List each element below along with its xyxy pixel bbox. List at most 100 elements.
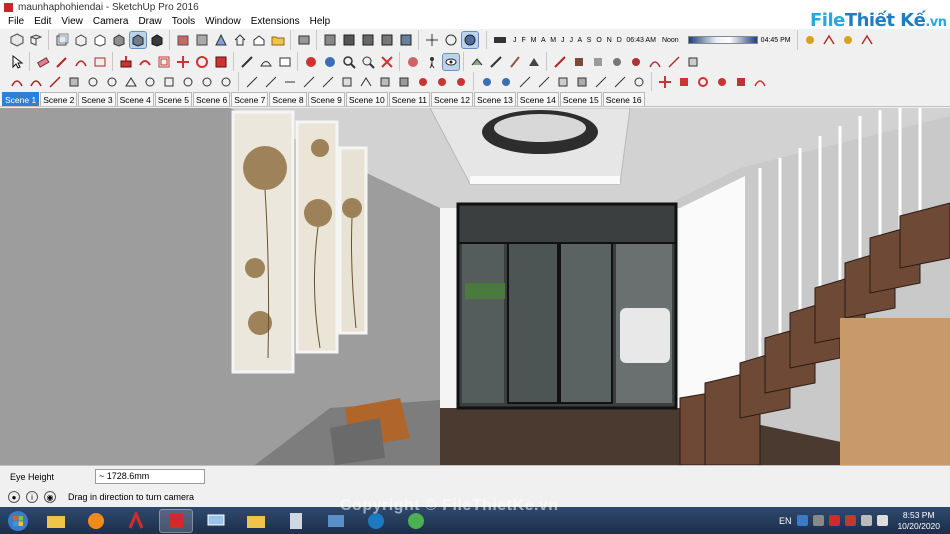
ext-misc-h-icon[interactable]: [612, 74, 628, 90]
menu-camera[interactable]: Camera: [88, 15, 134, 29]
hidden-line-icon[interactable]: [111, 32, 127, 48]
taskbar-folder-icon[interactable]: [239, 509, 273, 533]
taskbar-explorer-icon[interactable]: [39, 509, 73, 533]
extension-b-icon[interactable]: [571, 54, 587, 70]
wireframe-icon[interactable]: [92, 32, 108, 48]
ext-line-d-icon[interactable]: [301, 74, 317, 90]
dimension-icon[interactable]: [443, 32, 459, 48]
subtract-icon[interactable]: [379, 32, 395, 48]
warehouse-icon[interactable]: [175, 32, 191, 48]
ext-red-a-icon[interactable]: [657, 74, 673, 90]
ext-misc-g-icon[interactable]: [593, 74, 609, 90]
extension-f-icon[interactable]: [647, 54, 663, 70]
tray-app-icon[interactable]: [845, 515, 857, 526]
walk-tool-icon[interactable]: [424, 54, 440, 70]
ext-red-c-icon[interactable]: [695, 74, 711, 90]
user-icon[interactable]: ◉: [44, 491, 56, 503]
layers-icon[interactable]: [296, 32, 312, 48]
scene-tab-6[interactable]: Scene 6: [193, 92, 231, 106]
back-edges-icon[interactable]: [73, 32, 89, 48]
look-around-icon[interactable]: [441, 53, 460, 71]
ext-shape-g-icon[interactable]: [180, 74, 196, 90]
plugin-d-icon[interactable]: [859, 32, 875, 48]
eraser-tool-icon[interactable]: [35, 54, 51, 70]
geolocation-icon[interactable]: ●: [8, 491, 20, 503]
xray-icon[interactable]: [54, 32, 70, 48]
position-camera-icon[interactable]: [405, 54, 421, 70]
menu-file[interactable]: File: [3, 15, 29, 29]
scene-tab-7[interactable]: Scene 7: [231, 92, 269, 106]
zoom-window-icon[interactable]: [360, 54, 376, 70]
extension-g-icon[interactable]: [666, 54, 682, 70]
scene-tab-1[interactable]: Scene 1: [2, 92, 40, 106]
tray-help-icon[interactable]: [797, 515, 809, 526]
ext-curve-a-icon[interactable]: [9, 74, 25, 90]
menu-tools[interactable]: Tools: [167, 15, 200, 29]
menu-draw[interactable]: Draw: [133, 15, 166, 29]
ext-shape-b-icon[interactable]: [85, 74, 101, 90]
extension-a-icon[interactable]: [552, 54, 568, 70]
ext-misc-i-icon[interactable]: [631, 74, 647, 90]
menu-help[interactable]: Help: [305, 15, 336, 29]
sandbox-d-icon[interactable]: [526, 54, 542, 70]
extension-c-icon[interactable]: [590, 54, 606, 70]
ext-line-k-icon[interactable]: [434, 74, 450, 90]
ext-curve-b-icon[interactable]: [28, 74, 44, 90]
taskbar-photo-icon[interactable]: [319, 509, 353, 533]
menu-view[interactable]: View: [56, 15, 88, 29]
ext-misc-f-icon[interactable]: [574, 74, 590, 90]
push-pull-icon[interactable]: [118, 54, 134, 70]
scale-tool-icon[interactable]: [213, 54, 229, 70]
ext-line-i-icon[interactable]: [396, 74, 412, 90]
arc-tool-icon[interactable]: [73, 54, 89, 70]
taskbar-autocad-icon[interactable]: [119, 509, 153, 533]
house-outline-icon[interactable]: [251, 32, 267, 48]
tape-measure-icon[interactable]: [239, 54, 255, 70]
ext-shape-i-icon[interactable]: [218, 74, 234, 90]
ext-line-g-icon[interactable]: [358, 74, 374, 90]
components-icon[interactable]: [194, 32, 210, 48]
pan-icon[interactable]: [322, 54, 338, 70]
ext-red-f-icon[interactable]: [752, 74, 768, 90]
language-indicator[interactable]: EN: [779, 516, 792, 526]
trim-icon[interactable]: [398, 32, 414, 48]
ext-shape-d-icon[interactable]: [123, 74, 139, 90]
taskbar-monitor-icon[interactable]: [199, 509, 233, 533]
text-tool-icon[interactable]: [277, 54, 293, 70]
menu-edit[interactable]: Edit: [29, 15, 56, 29]
move-tool-icon[interactable]: [175, 54, 191, 70]
follow-me-icon[interactable]: [137, 54, 153, 70]
walk-icon[interactable]: [460, 31, 479, 49]
taskbar-sketchup-icon[interactable]: [159, 508, 193, 533]
sandbox-b-icon[interactable]: [488, 54, 504, 70]
tray-antivirus-icon[interactable]: [829, 515, 841, 526]
shadow-time-slider[interactable]: [687, 36, 758, 44]
taskbar-media-icon[interactable]: [79, 509, 113, 533]
ext-line-b-icon[interactable]: [263, 74, 279, 90]
folder-icon[interactable]: [270, 32, 286, 48]
menu-window[interactable]: Window: [200, 15, 246, 29]
ext-line-h-icon[interactable]: [377, 74, 393, 90]
ext-curve-c-icon[interactable]: [47, 74, 63, 90]
axes-icon[interactable]: [424, 32, 440, 48]
orbit-icon[interactable]: [303, 54, 319, 70]
ext-shape-h-icon[interactable]: [199, 74, 215, 90]
measurements-input[interactable]: ~ 1728.6mm: [95, 469, 205, 484]
shaded-textures-icon[interactable]: [128, 31, 147, 49]
ext-red-b-icon[interactable]: [676, 74, 692, 90]
taskbar-green-app-icon[interactable]: [399, 509, 433, 533]
ext-line-e-icon[interactable]: [320, 74, 336, 90]
ext-misc-d-icon[interactable]: [536, 74, 552, 90]
model-viewport[interactable]: [0, 108, 950, 465]
ext-misc-a-icon[interactable]: [479, 74, 495, 90]
section-icon[interactable]: [322, 32, 338, 48]
tray-flag-icon[interactable]: [877, 515, 889, 526]
pencil-tool-icon[interactable]: [54, 54, 70, 70]
scene-tab-9[interactable]: Scene 9: [307, 92, 345, 106]
scene-tab-14[interactable]: Scene 14: [516, 92, 559, 106]
select-tool-icon[interactable]: [9, 54, 25, 70]
protractor-icon[interactable]: [258, 54, 274, 70]
extension-d-icon[interactable]: [609, 54, 625, 70]
scene-tab-8[interactable]: Scene 8: [269, 92, 307, 106]
plugin-b-icon[interactable]: [821, 32, 837, 48]
